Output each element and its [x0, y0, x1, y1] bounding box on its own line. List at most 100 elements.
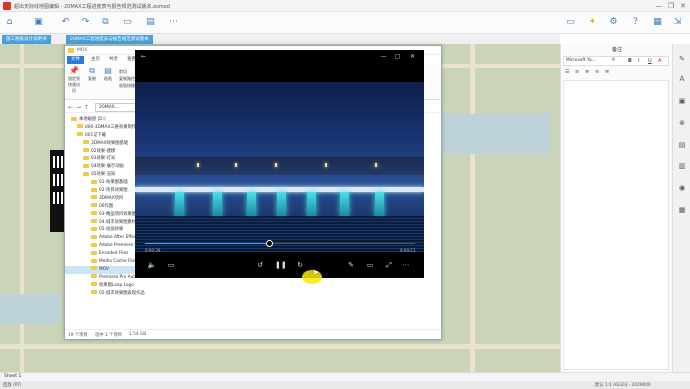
copy-button[interactable]: ⧉ 复制	[85, 66, 99, 82]
main-toolbar: ⌂ ▣ ↶ ↷ ⧉ ▭ ▤ ⋯ ▭ ✦ ⚙ ? ▦ ⇲	[0, 12, 690, 34]
bridge-pier	[247, 192, 256, 216]
italic-button[interactable]: I	[638, 58, 639, 64]
bridge-pier	[340, 192, 349, 216]
comment-icon[interactable]: ◉	[677, 183, 687, 193]
tree-item-label: 000-3DMAX三维效果制作	[85, 124, 137, 130]
paste-button[interactable]: ▤ 粘贴	[101, 66, 115, 82]
select-icon[interactable]: ▭	[122, 17, 133, 28]
rewind-10-icon[interactable]: ↺	[255, 260, 265, 270]
maximize-button[interactable]: ▢	[393, 52, 402, 61]
minimize-button[interactable]: —	[379, 52, 388, 61]
seek-bar[interactable]	[145, 240, 415, 247]
cast-icon[interactable]: ▭	[365, 260, 375, 270]
forward-30-icon[interactable]: ↻	[295, 260, 305, 270]
bullet-list-icon[interactable]: ☰	[565, 69, 569, 75]
undo-icon[interactable]: ↶	[60, 17, 71, 28]
volume-icon[interactable]: 🔈	[147, 260, 157, 270]
font-color-button[interactable]: A	[658, 58, 661, 64]
pin-icon: 📌	[69, 66, 79, 75]
home-icon[interactable]: ⌂	[4, 17, 15, 28]
folder-icon	[91, 211, 97, 216]
notes-icon[interactable]: ✎	[677, 54, 687, 64]
document-tabbar: 施工图纸设计说明书 20MAX工程进度表与报告规范测试版本	[0, 34, 560, 44]
document-icon[interactable]: ▥	[677, 161, 687, 171]
tree-item-label: 3DMAX效果图基础	[91, 140, 129, 146]
subtitles-icon[interactable]: ▭	[166, 260, 176, 270]
expand-icon[interactable]: ⇲	[672, 17, 683, 28]
tab-document-2[interactable]: 20MAX工程进度表与报告规范测试版本	[66, 35, 153, 44]
forward-icon[interactable]: →	[76, 104, 81, 111]
align-center-icon[interactable]: ≡	[595, 69, 599, 75]
numbered-list-icon[interactable]: ≡	[575, 69, 579, 75]
app-logo-icon	[3, 2, 11, 10]
folder-icon	[83, 171, 89, 176]
seek-handle[interactable]	[265, 240, 273, 247]
attachment-icon[interactable]: ⊗	[677, 118, 687, 128]
underline-button[interactable]: U	[648, 58, 652, 64]
more-icon[interactable]: ⋯	[168, 17, 179, 28]
street-lamp	[325, 163, 327, 167]
align-left-icon[interactable]: ≣	[585, 69, 589, 75]
minimize-button[interactable]: —	[654, 1, 664, 11]
selection-count: 选中 1 个项目	[95, 333, 122, 338]
save-icon[interactable]: ▣	[33, 17, 44, 28]
remaining-time: 0:00:11	[400, 248, 416, 253]
tree-item[interactable]: 05-城市效果图表现作品	[65, 290, 165, 298]
copy-label: 复制	[88, 76, 96, 81]
folder-icon	[71, 116, 77, 121]
tree-item[interactable]: 效果图Loop Logo	[65, 282, 165, 290]
bold-button[interactable]: B	[628, 58, 632, 64]
video-player-window: ← — ▢ ✕ 0:00:29 0:00:11 🔈 ▭ ↺ ❚❚ ↻ ✎ ▭ ⤢…	[135, 50, 424, 278]
pause-icon[interactable]: ❚❚	[275, 260, 287, 270]
seek-bar-fill	[145, 243, 270, 244]
folder-icon	[91, 226, 97, 231]
video-frame[interactable]	[135, 82, 424, 252]
tab-document-1[interactable]: 施工图纸设计说明书	[2, 35, 51, 44]
image-icon[interactable]: ▣	[677, 96, 687, 106]
explorer-title: MOV	[77, 48, 88, 53]
help-icon[interactable]: ?	[630, 17, 641, 28]
ribbon-tab-home[interactable]: 主页	[87, 56, 104, 64]
tree-item-label: 3DMAX项目	[99, 195, 124, 201]
grid-icon[interactable]: ▦	[652, 17, 663, 28]
font-size-select[interactable]: 9	[612, 58, 615, 63]
player-controls: 🔈 ▭ ↺ ❚❚ ↻ ✎ ▭ ⤢ ⋯	[135, 258, 424, 273]
folder-icon	[83, 140, 89, 145]
settings-icon[interactable]: ⚙	[608, 17, 619, 28]
folder-icon	[91, 290, 97, 295]
format-icon[interactable]: Ａ	[677, 74, 687, 84]
align-right-icon[interactable]: ≣	[605, 69, 609, 75]
tree-item-label: 01-效果图基础	[99, 180, 128, 186]
fullscreen-icon[interactable]: ⤢	[384, 260, 394, 270]
redo-icon[interactable]: ↷	[80, 17, 91, 28]
maximize-button[interactable]: ❐	[666, 1, 676, 11]
ribbon-tab-share[interactable]: 共享	[105, 56, 122, 64]
ribbon-tab-file[interactable]: 文件	[67, 56, 84, 64]
notes-title: 备注	[611, 47, 622, 53]
font-select[interactable]: Microsoft Ya...	[566, 58, 596, 63]
statusbar: 回放 (RT) 默认 1:1 AGI2I3 · 2429000	[0, 381, 690, 389]
close-button[interactable]: ✕	[678, 1, 688, 11]
idea-icon[interactable]: ✦	[587, 17, 598, 28]
up-icon[interactable]: ↑	[84, 104, 89, 111]
tree-item-label: Media Cache Files	[99, 259, 138, 265]
more-icon[interactable]: ⋯	[401, 260, 411, 270]
copy-icon[interactable]: ⧉	[100, 17, 111, 28]
right-sidebar: ✎ Ａ ▣ ⊗ ▤ ▥ ◉ ▦	[672, 44, 690, 372]
folder-icon	[91, 187, 97, 192]
paste-icon[interactable]: ▤	[145, 17, 156, 28]
folder-icon	[91, 282, 97, 287]
notes-editor[interactable]	[563, 80, 669, 370]
edit-icon[interactable]: ✎	[346, 260, 356, 270]
close-button[interactable]: ✕	[408, 52, 417, 61]
clipboard-icon[interactable]: ▦	[677, 205, 687, 215]
folder-icon	[91, 219, 97, 224]
tree-item-label: 本地磁盘 (D:)	[79, 117, 106, 122]
back-icon[interactable]: ←	[68, 104, 73, 111]
pin-button[interactable]: 📌 固定到快速访问	[67, 66, 81, 94]
page-icon[interactable]: ▤	[677, 140, 687, 150]
monitor-icon[interactable]: ▭	[565, 17, 576, 28]
sheet-tab[interactable]: Sheet 1	[4, 374, 21, 379]
paste-icon: ▤	[104, 66, 112, 75]
back-icon[interactable]: ←	[139, 52, 148, 61]
